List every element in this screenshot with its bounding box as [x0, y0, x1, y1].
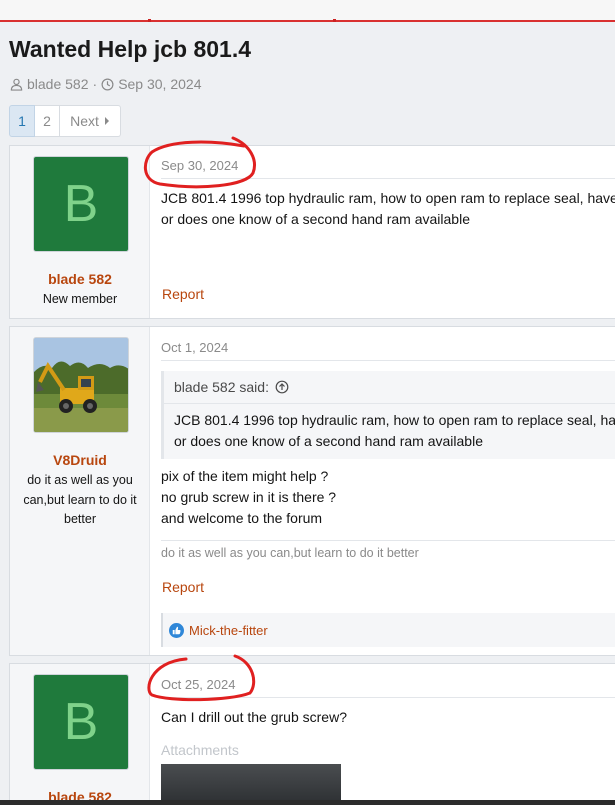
attachments-label: Attachments [161, 742, 239, 758]
avatar[interactable] [33, 337, 129, 433]
user-title-line: can,but learn to do it [23, 492, 137, 507]
post-content: Sep 30, 2024 JCB 801.4 1996 top hydrauli… [161, 146, 615, 318]
post-date[interactable]: Oct 25, 2024 [161, 677, 235, 692]
post-text: JCB 801.4 1996 top hydraulic ram, how to… [161, 188, 615, 230]
post-username[interactable]: V8Druid [10, 452, 150, 468]
quote-text: JCB 801.4 1996 top hydraulic ram, how to… [174, 410, 615, 452]
text-line: Can I drill out the grub screw? [161, 709, 347, 725]
post-content: Oct 1, 2024 blade 582 said: JCB 801.4 19… [161, 327, 615, 655]
signature: do it as well as you can,but learn to do… [161, 546, 419, 560]
reactions-bar: Mick-the-fitter [161, 613, 615, 647]
report-link[interactable]: Report [162, 579, 204, 595]
thread-meta: blade 582 · Sep 30, 2024 [10, 76, 201, 92]
avatar[interactable]: B [33, 674, 129, 770]
thread-date-link[interactable]: Sep 30, 2024 [118, 76, 201, 92]
window-bottom-edge [0, 800, 615, 805]
post-content: Oct 25, 2024 Can I drill out the grub sc… [161, 664, 615, 805]
nav-tab-marker [148, 19, 151, 22]
quote-header[interactable]: blade 582 said: [174, 379, 289, 395]
next-label: Next [70, 113, 99, 129]
text-line: or does one know of a second hand ram av… [161, 211, 470, 227]
arrow-up-circle-icon [275, 380, 289, 394]
pagination: 1 2 Next [9, 105, 121, 137]
reaction-user-link[interactable]: Mick-the-fitter [189, 623, 268, 638]
text-line: no grub screw in it is there ? [161, 489, 337, 505]
text-line: JCB 801.4 1996 top hydraulic ram, how to… [174, 412, 615, 428]
quote-author: blade 582 said: [174, 379, 269, 395]
clock-icon [101, 78, 114, 90]
divider [161, 178, 615, 179]
attachment-thumbnail[interactable] [161, 764, 341, 804]
post-date[interactable]: Oct 1, 2024 [161, 340, 228, 355]
divider [161, 697, 615, 698]
user-title: New member [42, 292, 118, 306]
text-line: and welcome to the forum [161, 510, 323, 526]
text-line: or does one know of a second hand ram av… [174, 433, 483, 449]
post-username[interactable]: blade 582 [10, 271, 150, 287]
divider [161, 540, 615, 541]
user-title-line: better [64, 512, 96, 526]
quote-block: blade 582 said: JCB 801.4 1996 top hydra… [161, 371, 615, 459]
report-link[interactable]: Report [162, 286, 204, 302]
post: V8Druid do it as well as you can,but lea… [9, 326, 615, 656]
post-text: pix of the item might help ? no grub scr… [161, 466, 336, 529]
page-1-button[interactable]: 1 [9, 105, 35, 137]
next-page-button[interactable]: Next [60, 105, 121, 137]
thread-author-link[interactable]: blade 582 [27, 76, 89, 92]
text-line: pix of the item might help ? [161, 468, 329, 484]
avatar-letter: B [34, 675, 128, 769]
nav-tab-marker [333, 19, 336, 22]
post-text: Can I drill out the grub screw? [161, 707, 347, 728]
page-2-button[interactable]: 2 [35, 105, 60, 137]
thread-title: Wanted Help jcb 801.4 [9, 36, 251, 62]
post-user-column: V8Druid do it as well as you can,but lea… [10, 327, 150, 655]
caret-right-icon [104, 117, 109, 125]
avatar[interactable]: B [33, 156, 129, 252]
user-title-line: do it as well as you [27, 473, 133, 487]
divider [161, 360, 615, 361]
post-user-column: B blade 582 New member [10, 146, 150, 318]
avatar-letter: B [34, 157, 128, 251]
post-date[interactable]: Sep 30, 2024 [161, 158, 238, 173]
top-nav-bar [0, 0, 615, 22]
divider [164, 403, 615, 404]
text-line: JCB 801.4 1996 top hydraulic ram, how to… [161, 190, 615, 206]
like-icon [169, 622, 184, 638]
user-icon [10, 78, 23, 91]
excavator-photo [34, 338, 128, 432]
post-user-column: B blade 582 [10, 664, 150, 805]
post: B blade 582 New member Sep 30, 2024 JCB … [9, 145, 615, 319]
meta-separator: · [92, 76, 98, 92]
post: B blade 582 Oct 25, 2024 Can I drill out… [9, 663, 615, 805]
user-title: do it as well as you can,but learn to do… [10, 471, 150, 530]
